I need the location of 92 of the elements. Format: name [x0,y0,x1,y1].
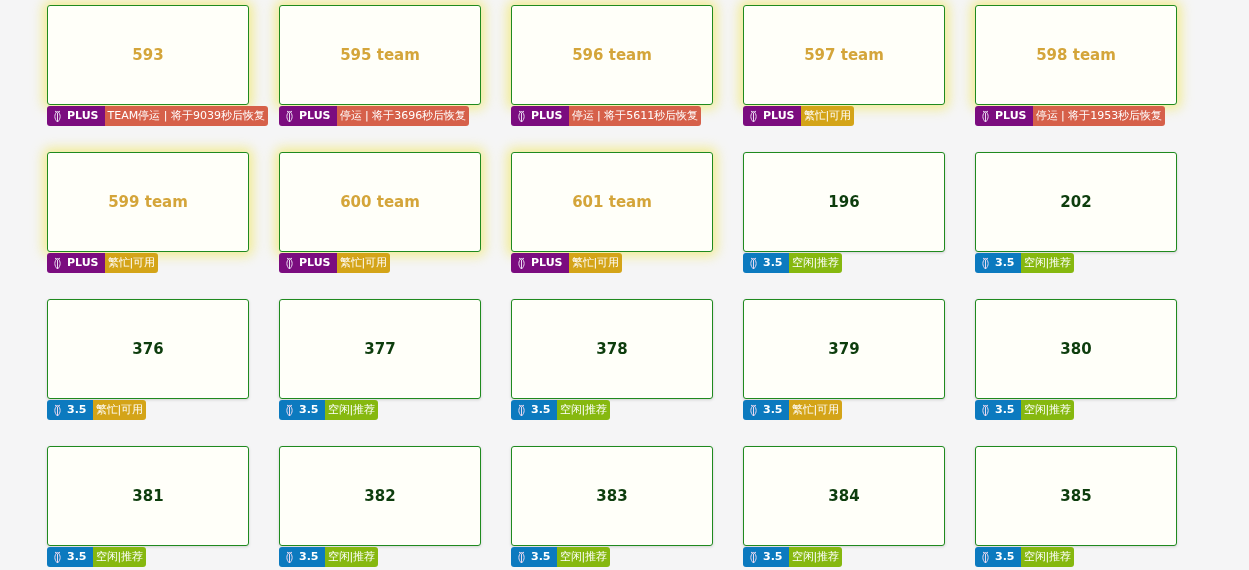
account-card[interactable]: 381 [47,446,249,546]
leaf-icon [749,256,758,270]
status-badge: 空闲|推荐 [1020,400,1075,420]
status-badge: 停运 | 将于5611秒后恢复 [568,106,702,126]
leaf-icon [53,109,62,123]
status-badge: 繁忙|可用 [800,106,855,126]
status-badge: TEAM停运 | 将于9039秒后恢复 [104,106,268,126]
tier-label: PLUS [299,107,331,124]
status-badge: 空闲|推荐 [324,547,379,567]
card-title: 595 team [340,44,420,66]
account-card[interactable]: 196 [743,152,945,252]
tier-label: PLUS [67,254,99,271]
status-badge: 空闲|推荐 [1020,547,1075,567]
card-title: 381 [132,485,164,507]
leaf-icon [517,109,526,123]
card-title: 382 [364,485,396,507]
tier-label: 3.5 [67,548,87,565]
leaf-icon [749,403,758,417]
card-title: 597 team [804,44,884,66]
tier-label: PLUS [299,254,331,271]
card-title: 202 [1060,191,1092,213]
status-badge: 空闲|推荐 [92,547,147,567]
status-badge: 停运 | 将于1953秒后恢复 [1032,106,1166,126]
account-card[interactable]: 376 [47,299,249,399]
status-badge: 空闲|推荐 [1020,253,1075,273]
leaf-icon [749,109,758,123]
tier-label: 3.5 [299,401,319,418]
leaf-icon [53,403,62,417]
account-card[interactable]: 384 [743,446,945,546]
account-card[interactable]: 380 [975,299,1177,399]
tier-label: PLUS [763,107,795,124]
leaf-icon [53,256,62,270]
card-title: 599 team [108,191,188,213]
status-badge: 繁忙|可用 [788,400,843,420]
tier-label: 3.5 [763,401,783,418]
card-title: 377 [364,338,396,360]
leaf-icon [749,550,758,564]
status-badge: 空闲|推荐 [324,400,379,420]
card-title: 385 [1060,485,1092,507]
tier-label: 3.5 [531,401,551,418]
status-badge: 繁忙|可用 [568,253,623,273]
status-badge: 繁忙|可用 [92,400,147,420]
card-title: 376 [132,338,164,360]
tier-label: 3.5 [763,254,783,271]
card-title: 593 [132,44,164,66]
tier-label: 3.5 [995,254,1015,271]
leaf-icon [285,109,294,123]
account-card[interactable]: 385 [975,446,1177,546]
tier-label: PLUS [995,107,1027,124]
account-card[interactable]: 382 [279,446,481,546]
card-title: 383 [596,485,628,507]
tier-label: PLUS [531,107,563,124]
leaf-icon [285,403,294,417]
card-title: 600 team [340,191,420,213]
card-title: 598 team [1036,44,1116,66]
status-badge: 空闲|推荐 [788,253,843,273]
tier-label: PLUS [531,254,563,271]
status-badge: 空闲|推荐 [556,547,611,567]
status-badge: 空闲|推荐 [788,547,843,567]
card-title: 596 team [572,44,652,66]
account-card[interactable]: 377 [279,299,481,399]
tier-label: 3.5 [995,548,1015,565]
leaf-icon [285,256,294,270]
card-title: 380 [1060,338,1092,360]
card-title: 601 team [572,191,652,213]
leaf-icon [981,256,990,270]
leaf-icon [53,550,62,564]
leaf-icon [981,403,990,417]
status-badge: 繁忙|可用 [336,253,391,273]
leaf-icon [981,109,990,123]
account-card[interactable]: 202 [975,152,1177,252]
tier-label: 3.5 [995,401,1015,418]
account-card[interactable]: 378 [511,299,713,399]
tier-label: 3.5 [67,401,87,418]
status-badge: 空闲|推荐 [556,400,611,420]
tier-label: 3.5 [531,548,551,565]
card-title: 378 [596,338,628,360]
status-badge: 繁忙|可用 [104,253,159,273]
leaf-icon [517,403,526,417]
card-title: 379 [828,338,860,360]
tier-label: 3.5 [763,548,783,565]
tier-label: 3.5 [299,548,319,565]
leaf-icon [517,256,526,270]
account-card[interactable]: 379 [743,299,945,399]
leaf-icon [517,550,526,564]
card-title: 384 [828,485,860,507]
card-title: 196 [828,191,860,213]
status-badge: 停运 | 将于3696秒后恢复 [336,106,470,126]
account-card[interactable]: 383 [511,446,713,546]
leaf-icon [285,550,294,564]
tier-label: PLUS [67,107,99,124]
leaf-icon [981,550,990,564]
